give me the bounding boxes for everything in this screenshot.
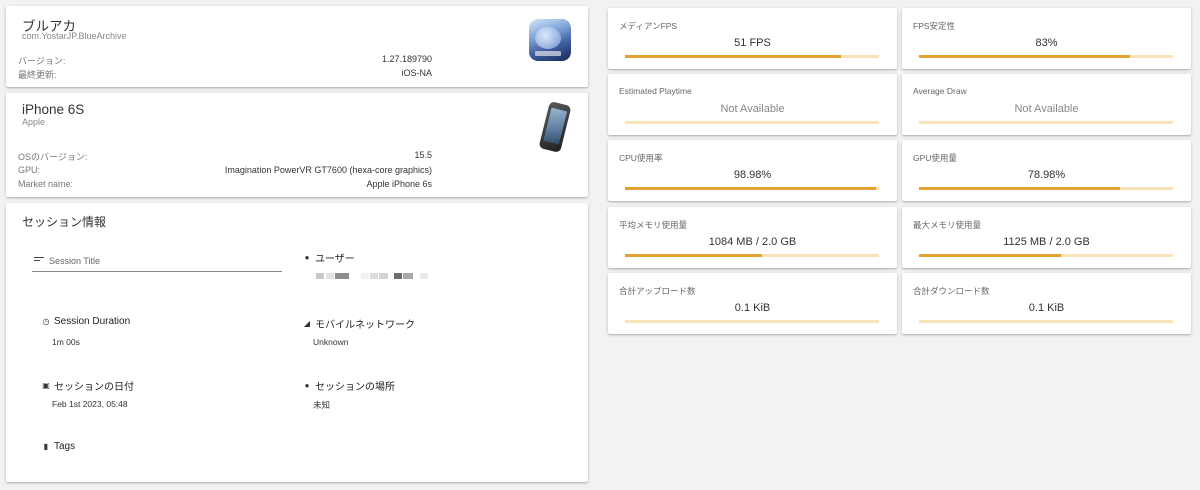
metric-label: 最大メモリ使用量: [913, 220, 982, 230]
metric-value: 98.98%: [733, 169, 772, 181]
device-info-card: iPhone 6S Apple OSのバージョン: 15.5 GPU: Imag…: [6, 93, 588, 197]
metric-progress-bar: [919, 187, 1173, 190]
os-version-value: 15.5: [414, 150, 432, 160]
metric-card: Estimated Playtime Not Available: [608, 74, 897, 135]
metric-progress-bar: [625, 121, 879, 124]
network-value: Unknown: [313, 337, 349, 347]
metric-value: 0.1 KiB: [1028, 302, 1065, 314]
metric-card: 平均メモリ使用量 1084 MB / 2.0 GB: [608, 207, 897, 268]
session-title-field[interactable]: [32, 252, 282, 272]
tag-icon: ▮: [43, 442, 49, 451]
date-value: Feb 1st 2023, 05:48: [52, 399, 128, 409]
location-field-label: ● セッションの場所: [302, 378, 395, 393]
metric-progress-fill: [625, 187, 877, 190]
metric-card: 最大メモリ使用量 1125 MB / 2.0 GB: [902, 207, 1191, 268]
gpu-value: Imagination PowerVR GT7600 (hexa-core gr…: [224, 165, 432, 175]
session-info-card: セッション情報 ● ユーザー ◷ Session Duration 1m 00s…: [6, 203, 588, 482]
metric-value: Not Available: [720, 103, 785, 115]
blue-archive-app-icon: [529, 19, 571, 61]
signal-icon: ◢: [303, 319, 311, 328]
metric-label: 合計ダウンロード数: [913, 286, 990, 296]
user-label: ユーザー: [315, 254, 355, 265]
location-pin-icon: ●: [304, 381, 310, 390]
tags-field-label[interactable]: ▮ Tags: [41, 441, 75, 452]
metric-card: 合計アップロード数 0.1 KiB: [608, 273, 897, 334]
network-field-label: ◢ モバイルネットワーク: [302, 316, 415, 331]
metric-card: Average Draw Not Available: [902, 74, 1191, 135]
metric-card: 合計ダウンロード数 0.1 KiB: [902, 273, 1191, 334]
metric-progress-bar: [919, 121, 1173, 124]
location-label: セッションの場所: [315, 382, 395, 393]
app-info-card: ブルアカ com.YostarJP.BlueArchive バージョン: 1.2…: [6, 6, 588, 87]
metric-label: CPU使用率: [619, 153, 663, 163]
metric-value: Not Available: [1014, 103, 1079, 115]
device-maker: Apple: [22, 117, 46, 127]
session-title-input[interactable]: [49, 256, 274, 266]
metric-value: 1125 MB / 2.0 GB: [1003, 236, 1090, 248]
metric-card: FPS安定性 83%: [902, 8, 1191, 69]
metric-label: GPU使用量: [913, 153, 957, 163]
user-field-label: ● ユーザー: [302, 250, 355, 265]
metric-value: 1084 MB / 2.0 GB: [708, 236, 797, 248]
metric-progress-bar: [625, 320, 879, 323]
duration-value: 1m 00s: [52, 337, 80, 347]
metric-label: 平均メモリ使用量: [619, 220, 688, 230]
metric-progress-fill: [919, 55, 1130, 58]
duration-field-label: ◷ Session Duration: [41, 316, 131, 327]
metric-progress-fill: [919, 254, 1062, 257]
metric-value: 0.1 KiB: [734, 302, 771, 314]
metric-progress-bar: [625, 187, 879, 190]
metric-label: 合計アップロード数: [619, 286, 696, 296]
session-section-title: セッション情報: [22, 215, 107, 229]
metric-progress-fill: [625, 254, 763, 257]
last-update-label: 最終更新:: [18, 70, 57, 80]
app-package: com.YostarJP.BlueArchive: [22, 31, 127, 41]
metric-progress-fill: [919, 187, 1120, 190]
metric-label: Average Draw: [913, 86, 967, 96]
network-label: モバイルネットワーク: [315, 320, 415, 331]
metric-progress-bar: [919, 254, 1173, 257]
metric-label: FPS安定性: [913, 21, 956, 31]
metric-progress-bar: [625, 55, 879, 58]
metric-progress-bar: [625, 254, 879, 257]
version-value: 1.27.189790: [381, 54, 432, 64]
metric-card: GPU使用量 78.98%: [902, 140, 1191, 201]
market-name-value: Apple iPhone 6s: [366, 179, 432, 189]
metric-card: メディアンFPS 51 FPS: [608, 8, 897, 69]
gpu-label: GPU:: [18, 165, 41, 175]
notes-icon: [34, 257, 44, 263]
location-value: 未知: [313, 400, 331, 410]
duration-label: Session Duration: [54, 316, 131, 327]
calendar-icon: ▣: [42, 381, 50, 390]
date-field-label: ▣ セッションの日付: [41, 378, 134, 393]
date-label: セッションの日付: [54, 382, 134, 393]
metric-label: Estimated Playtime: [619, 86, 692, 96]
market-name-label: Market name:: [18, 179, 74, 189]
metric-value: 51 FPS: [734, 37, 771, 49]
version-label: バージョン:: [18, 56, 66, 66]
metric-card: CPU使用率 98.98%: [608, 140, 897, 201]
metric-progress-bar: [919, 55, 1173, 58]
metric-progress-fill: [625, 55, 841, 58]
metric-progress-bar: [919, 320, 1173, 323]
clock-icon: ◷: [42, 317, 50, 326]
device-name: iPhone 6S: [22, 102, 85, 117]
metric-value: 83%: [1035, 37, 1058, 49]
iphone-device-image: [538, 101, 572, 153]
last-update-value: iOS-NA: [401, 68, 432, 78]
os-version-label: OSのバージョン:: [18, 152, 88, 162]
metric-label: メディアンFPS: [619, 21, 678, 31]
person-icon: ●: [304, 253, 310, 262]
tags-label: Tags: [54, 441, 76, 452]
metric-value: 78.98%: [1027, 169, 1066, 181]
